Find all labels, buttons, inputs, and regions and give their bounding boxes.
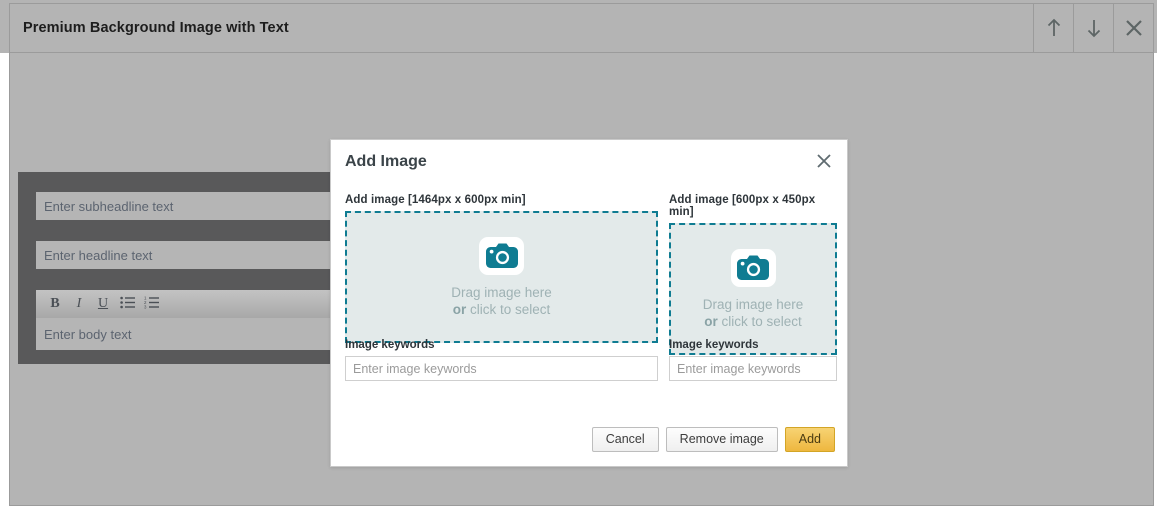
ordered-list-icon: 1 2 3 xyxy=(144,296,159,312)
close-widget-button[interactable] xyxy=(1113,4,1153,52)
dropzone-text-primary: Drag image here or click to select xyxy=(451,284,552,318)
close-icon xyxy=(815,152,833,175)
keywords-input-secondary[interactable] xyxy=(669,356,837,381)
close-icon xyxy=(1123,17,1145,39)
remove-image-button[interactable]: Remove image xyxy=(665,427,778,452)
premium-background-image-widget: Premium Background Image with Text Enter… xyxy=(0,0,1157,516)
add-image-dialog: Add Image Add image [1464px x 600px min] xyxy=(330,139,848,467)
upload-label-primary: Add image [1464px x 600px min] xyxy=(345,194,526,206)
dropzone-secondary[interactable]: Drag image here or click to select xyxy=(669,223,837,355)
or-label: or xyxy=(704,313,718,329)
widget-header: Premium Background Image with Text xyxy=(0,0,1157,53)
camera-icon xyxy=(479,236,524,275)
click-to-select-label: click to select xyxy=(717,313,802,329)
keywords-row: Image keywords Image keywords xyxy=(345,339,837,381)
cancel-button[interactable]: Cancel xyxy=(591,427,659,452)
bold-button[interactable]: B xyxy=(43,292,67,316)
italic-button[interactable]: I xyxy=(67,292,91,316)
drag-label: Drag image here xyxy=(702,296,804,312)
add-button[interactable]: Add xyxy=(784,427,835,452)
keywords-label-secondary: Image keywords xyxy=(669,339,759,351)
move-down-button[interactable] xyxy=(1073,4,1113,52)
dialog-title: Add Image xyxy=(345,153,427,170)
arrow-up-icon xyxy=(1044,17,1064,39)
keywords-input-primary[interactable] xyxy=(345,356,658,381)
keywords-label-primary: Image keywords xyxy=(345,339,435,351)
widget-canvas: Enter subheadline text Enter headline te… xyxy=(9,52,1154,506)
dialog-close-button[interactable] xyxy=(812,151,836,175)
move-up-button[interactable] xyxy=(1033,4,1073,52)
upload-zones: Add image [1464px x 600px min] Drag imag… xyxy=(345,194,837,355)
unordered-list-button[interactable] xyxy=(115,292,139,316)
upload-slot-secondary: Add image [600px x 450px min] Drag image… xyxy=(669,194,837,355)
camera-icon xyxy=(730,248,776,287)
page-title: Premium Background Image with Text xyxy=(23,20,289,36)
widget-header-inner: Premium Background Image with Text xyxy=(9,3,1154,52)
or-label: or xyxy=(452,301,467,317)
underline-button[interactable]: U xyxy=(91,292,115,316)
keywords-group-secondary: Image keywords xyxy=(669,339,837,381)
dialog-footer: Cancel Remove image Add xyxy=(591,427,835,452)
click-to-select-label: click to select xyxy=(466,301,551,317)
dropzone-primary[interactable]: Drag image here or click to select xyxy=(345,211,658,343)
click-label: or click to select xyxy=(703,313,804,330)
keywords-group-primary: Image keywords xyxy=(345,339,658,381)
svg-text:3: 3 xyxy=(144,305,147,309)
upload-slot-primary: Add image [1464px x 600px min] Drag imag… xyxy=(345,194,658,355)
ordered-list-button[interactable]: 1 2 3 xyxy=(139,292,163,316)
upload-label-secondary: Add image [600px x 450px min] xyxy=(669,194,816,218)
unordered-list-icon xyxy=(119,296,135,312)
dropzone-text-secondary: Drag image here or click to select xyxy=(703,296,804,330)
drag-label: Drag image here xyxy=(451,284,552,300)
arrow-down-icon xyxy=(1084,17,1104,39)
click-label: or click to select xyxy=(451,301,552,318)
header-actions xyxy=(1033,4,1153,52)
